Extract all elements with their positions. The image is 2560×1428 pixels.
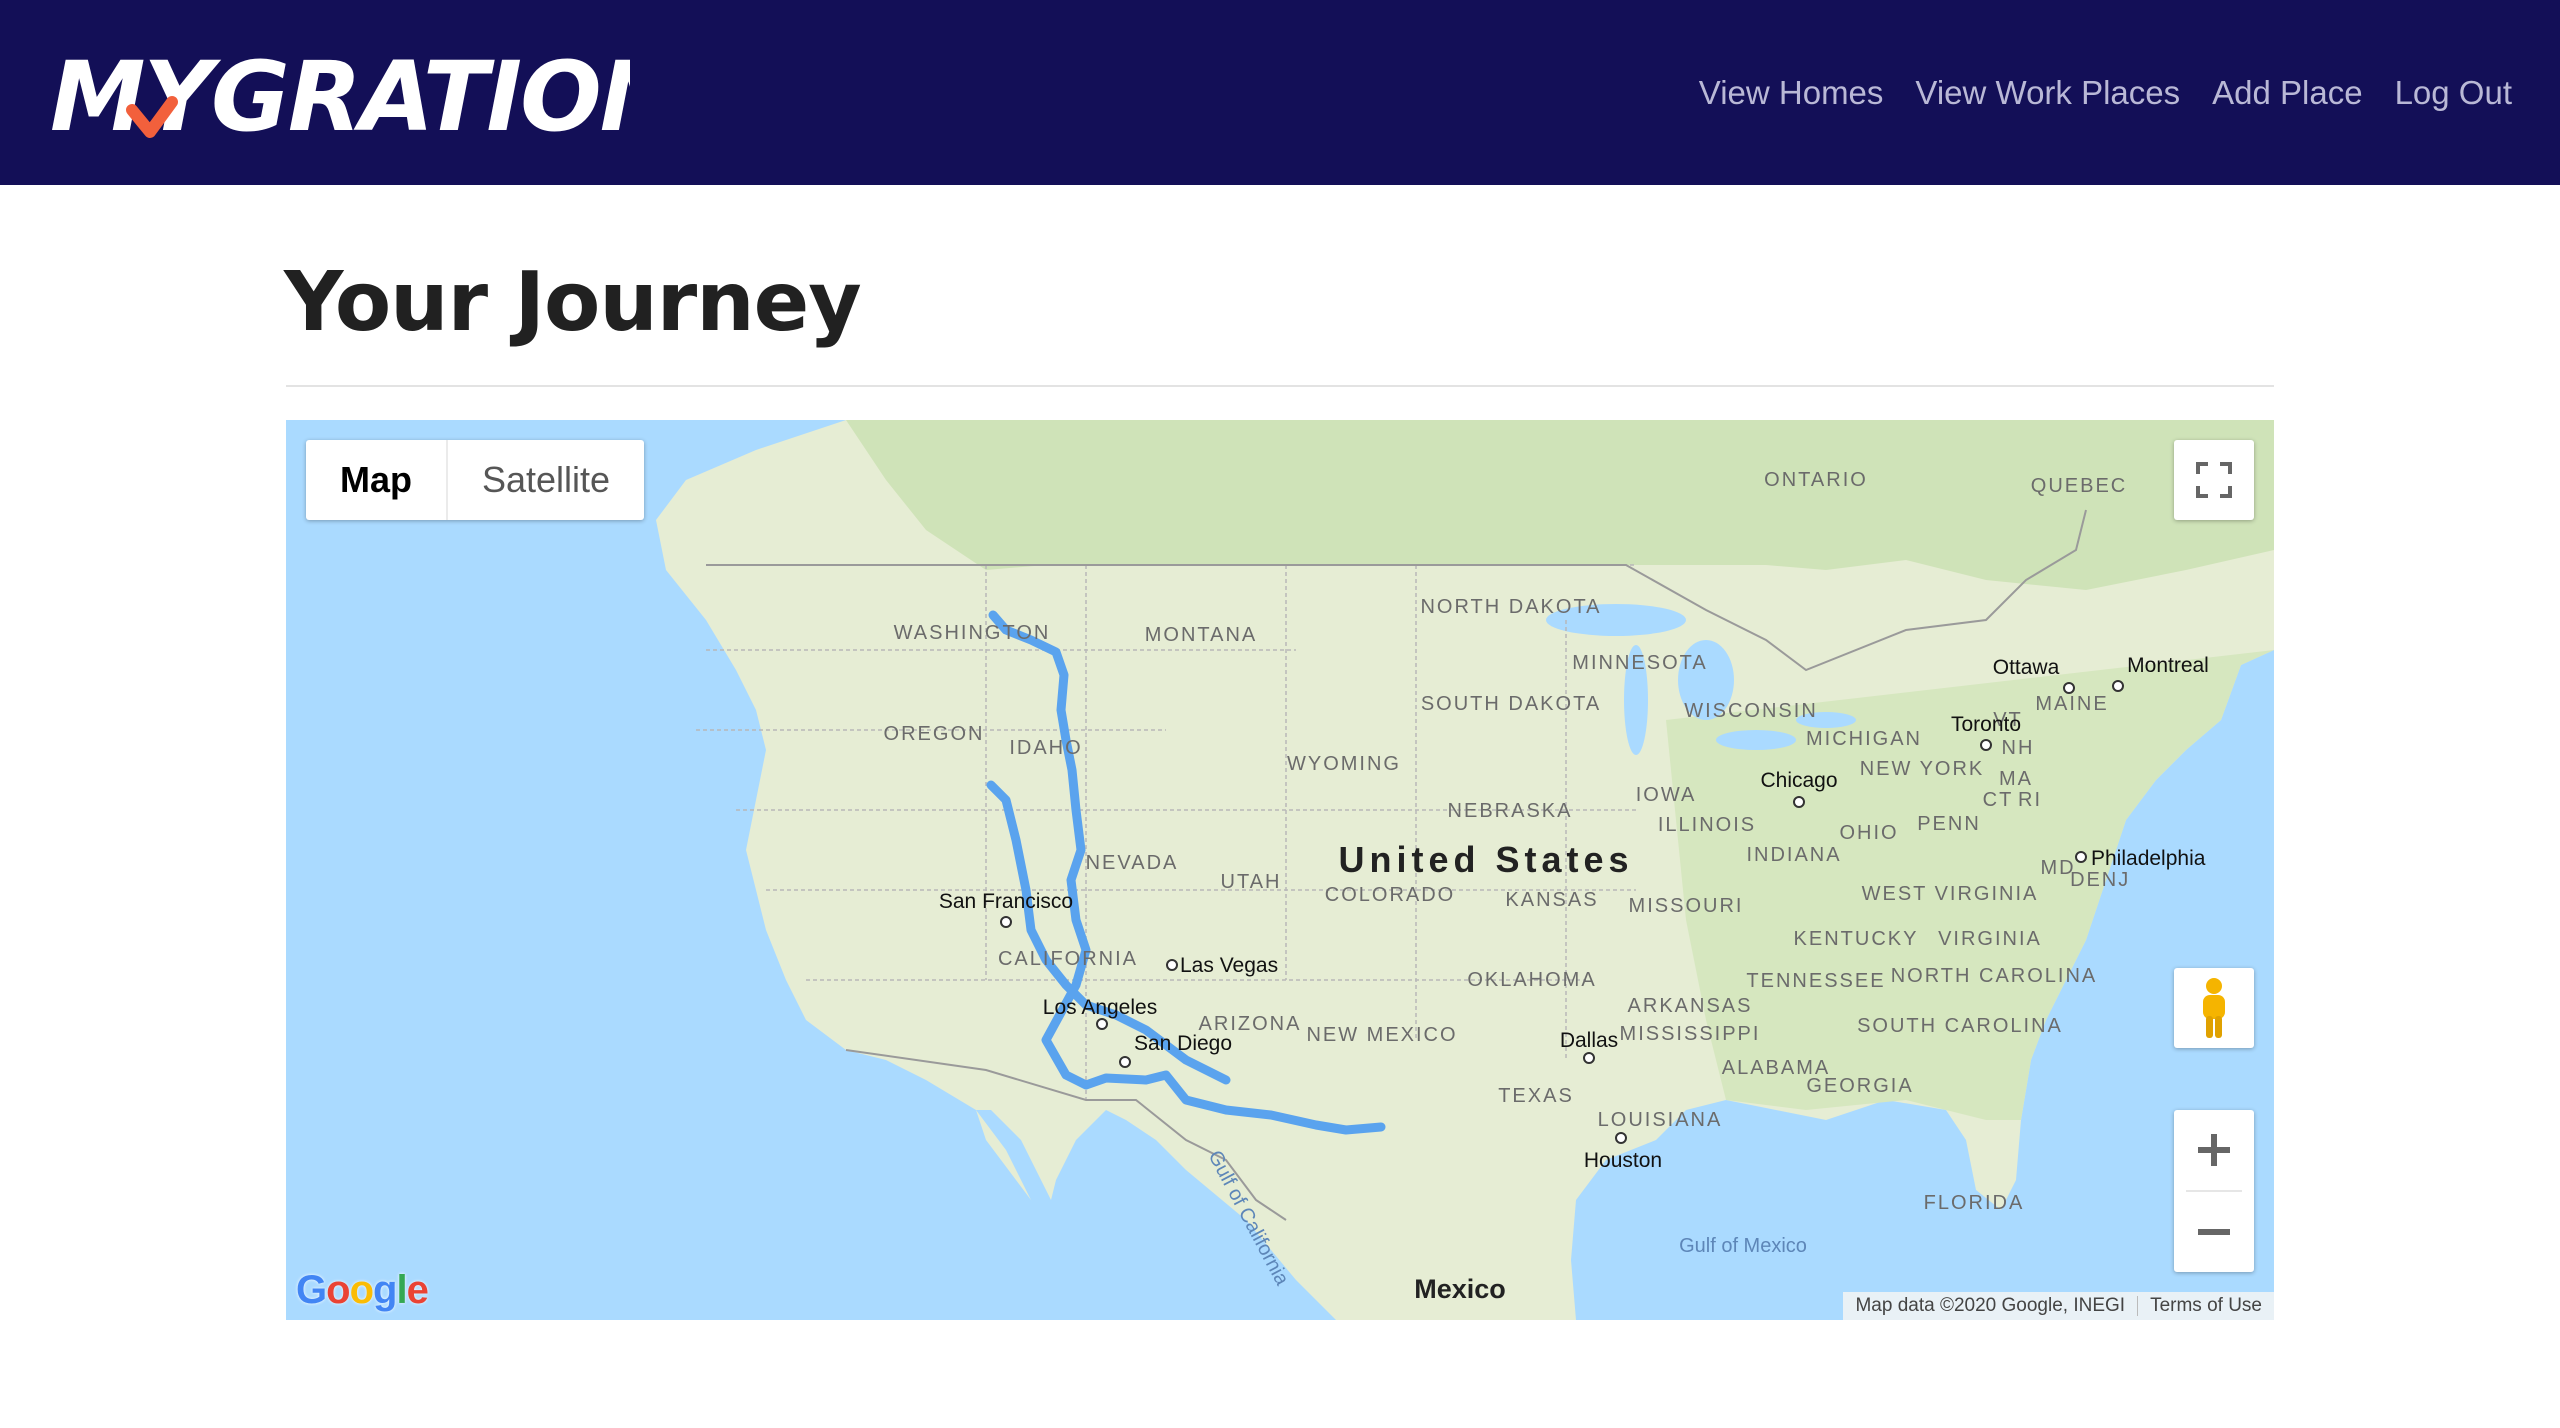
google-logo-g: G — [296, 1268, 327, 1312]
pegman-icon — [2203, 978, 2225, 1038]
label-montana: MONTANA — [1145, 624, 1258, 646]
label-ma: MA — [1999, 768, 2033, 790]
label-philadelphia: Philadelphia — [2091, 847, 2206, 870]
label-san-diego: San Diego — [1134, 1032, 1232, 1055]
label-california: CALIFORNIA — [998, 948, 1138, 970]
label-gulf-of-mexico: Gulf of Mexico — [1679, 1235, 1807, 1257]
google-logo[interactable]: Google — [296, 1268, 429, 1313]
label-iowa: IOWA — [1636, 784, 1697, 806]
label-arkansas: ARKANSAS — [1628, 995, 1753, 1017]
label-ct: CT — [1983, 789, 2014, 811]
google-logo-g2: g — [373, 1268, 397, 1312]
map-attribution: Map data ©2020 Google, INEGI — [1855, 1295, 2126, 1316]
nav-links: View Homes View Work Places Add Place Lo… — [1667, 0, 2512, 185]
google-logo-e: e — [406, 1268, 429, 1312]
map-attribution-bar: Map data ©2020 Google, INEGI Terms of Us… — [1843, 1292, 2274, 1320]
label-wisconsin: WISCONSIN — [1684, 700, 1818, 722]
label-illinois: ILLINOIS — [1658, 814, 1756, 836]
page-title: Your Journey — [284, 255, 862, 350]
label-las-vegas: Las Vegas — [1180, 954, 1278, 977]
google-logo-o2: o — [349, 1268, 374, 1312]
label-michigan: MICHIGAN — [1806, 728, 1922, 750]
label-kansas: KANSAS — [1505, 889, 1598, 911]
label-ohio: OHIO — [1839, 822, 1898, 844]
label-tennessee: TENNESSEE — [1746, 970, 1885, 992]
label-houston: Houston — [1584, 1149, 1662, 1172]
label-quebec: QUEBEC — [2031, 475, 2127, 497]
label-oklahoma: OKLAHOMA — [1467, 969, 1596, 991]
label-louisiana: LOUISIANA — [1598, 1109, 1723, 1131]
label-alabama: ALABAMA — [1722, 1057, 1830, 1079]
lake-erie — [1716, 730, 1796, 750]
label-nh: NH — [2002, 737, 2035, 759]
label-mississippi: MISSISSIPPI — [1620, 1023, 1761, 1045]
label-maine: MAINE — [2035, 693, 2108, 715]
label-nebraska: NEBRASKA — [1448, 800, 1573, 822]
label-washington: WASHINGTON — [894, 622, 1051, 644]
label-mexico: Mexico — [1414, 1274, 1506, 1304]
nav-log-out[interactable]: Log Out — [2395, 74, 2512, 112]
zoom-control — [2174, 1110, 2254, 1272]
label-nevada: NEVADA — [1086, 852, 1179, 874]
label-ontario: ONTARIO — [1764, 469, 1868, 491]
title-divider — [286, 385, 2274, 387]
logo-graphic: MYGRATION — [50, 41, 630, 150]
nav-view-homes[interactable]: View Homes — [1699, 74, 1884, 112]
zoom-in-button[interactable] — [2174, 1110, 2254, 1190]
label-dallas: Dallas — [1560, 1029, 1618, 1052]
label-colorado: COLORADO — [1325, 884, 1455, 906]
label-south-dakota: SOUTH DAKOTA — [1421, 693, 1601, 715]
street-view-button[interactable] — [2174, 968, 2254, 1048]
label-toronto: Toronto — [1951, 713, 2021, 736]
google-logo-l: l — [396, 1268, 407, 1312]
label-nj: NJ — [2102, 869, 2130, 891]
terms-of-use-link[interactable]: Terms of Use — [2138, 1295, 2274, 1317]
satellite-view-button[interactable]: Satellite — [448, 440, 644, 520]
label-virginia: VIRGINIA — [1938, 928, 2042, 950]
fullscreen-icon — [2196, 462, 2232, 498]
label-oregon: OREGON — [884, 723, 985, 745]
label-penn: PENN — [1917, 813, 1981, 835]
svg-text:MYGRATION: MYGRATION — [50, 41, 630, 150]
label-minnesota: MINNESOTA — [1572, 652, 1707, 674]
fullscreen-button[interactable] — [2174, 440, 2254, 520]
label-south-carolina: SOUTH CAROLINA — [1857, 1015, 2063, 1037]
zoom-out-button[interactable] — [2174, 1192, 2254, 1272]
label-ri: RI — [2018, 789, 2042, 811]
label-san-francisco: San Francisco — [939, 890, 1073, 913]
google-logo-o1: o — [326, 1268, 350, 1312]
label-utah: UTAH — [1221, 871, 1282, 893]
label-montreal: Montreal — [2127, 654, 2209, 677]
map-view-button[interactable]: Map — [306, 440, 446, 520]
label-los-angeles: Los Angeles — [1043, 996, 1157, 1019]
label-north-carolina: NORTH CAROLINA — [1891, 965, 2098, 987]
map-canvas[interactable]: WASHINGTON OREGON IDAHO MONTANA NORTH DA… — [286, 420, 2274, 1320]
label-chicago: Chicago — [1760, 769, 1837, 792]
label-texas: TEXAS — [1498, 1085, 1574, 1107]
label-west-virginia: WEST VIRGINIA — [1862, 883, 2039, 905]
nav-add-place[interactable]: Add Place — [2212, 74, 2362, 112]
label-md: MD — [2040, 857, 2075, 879]
label-missouri: MISSOURI — [1629, 895, 1744, 917]
minus-icon — [2198, 1229, 2230, 1235]
label-indiana: INDIANA — [1746, 844, 1841, 866]
nav-view-work-places[interactable]: View Work Places — [1915, 74, 2180, 112]
label-new-mexico: NEW MEXICO — [1306, 1024, 1457, 1046]
label-new-york: NEW YORK — [1860, 758, 1985, 780]
navbar: MYGRATION View Homes View Work Places Ad… — [0, 0, 2560, 185]
label-idaho: IDAHO — [1009, 737, 1082, 759]
mygration-logo[interactable]: MYGRATION — [50, 40, 630, 150]
plus-icon — [2198, 1134, 2230, 1166]
label-united-states: United States — [1338, 839, 1633, 880]
map-type-control: Map Satellite — [306, 440, 645, 520]
label-kentucky: KENTUCKY — [1794, 928, 1919, 950]
label-north-dakota: NORTH DAKOTA — [1420, 596, 1601, 618]
journey-map[interactable]: WASHINGTON OREGON IDAHO MONTANA NORTH DA… — [286, 420, 2274, 1320]
label-florida: FLORIDA — [1924, 1192, 2025, 1214]
label-ottawa: Ottawa — [1993, 656, 2060, 679]
label-wyoming: WYOMING — [1287, 753, 1401, 775]
